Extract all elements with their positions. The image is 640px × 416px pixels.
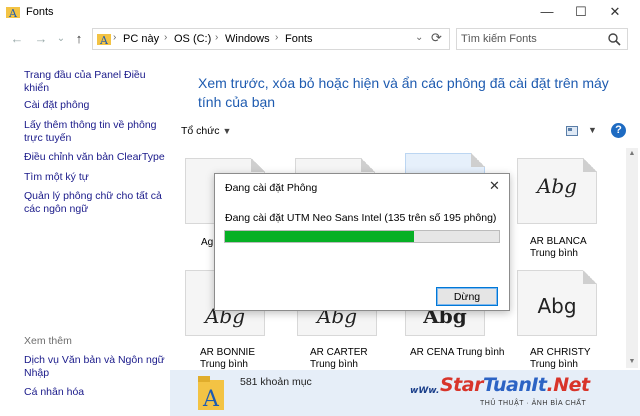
watermark-tagline: THỦ THUẬT · ẢNH BÌA CHẤT: [480, 400, 587, 407]
font-name: AR CARTER: [310, 347, 368, 358]
back-arrow-icon[interactable]: ←: [8, 30, 26, 48]
scroll-down-icon[interactable]: ▼: [626, 356, 638, 368]
organize-menu[interactable]: Tổ chức ▼: [181, 125, 231, 137]
breadcrumb-this-pc[interactable]: PC này: [123, 33, 159, 45]
personalization-link[interactable]: Cá nhân hóa: [24, 386, 170, 399]
breadcrumb-windows[interactable]: Windows: [225, 33, 270, 45]
refresh-icon[interactable]: ⟳: [431, 30, 442, 46]
forward-arrow-icon[interactable]: →: [32, 30, 50, 48]
breadcrumb-separator[interactable]: ›: [113, 32, 116, 43]
install-font-link[interactable]: Cài đặt phông: [24, 99, 170, 112]
dialog-close-icon[interactable]: ✕: [489, 178, 500, 194]
font-tile[interactable]: Abg: [517, 158, 597, 224]
maximize-button[interactable]: ☐: [564, 0, 598, 24]
scroll-up-icon[interactable]: ▲: [626, 148, 638, 160]
minimize-button[interactable]: —: [530, 0, 564, 24]
search-icon[interactable]: [607, 32, 621, 46]
font-name: AR CHRISTY: [530, 347, 591, 358]
address-bar[interactable]: A › PC này › OS (C:) › Windows › Fonts ⌄…: [92, 28, 450, 50]
item-count: 581 khoản mục: [240, 376, 312, 388]
caret-down-icon: ▼: [222, 126, 232, 136]
svg-text:A: A: [99, 34, 109, 46]
fonts-folder-icon: A: [198, 376, 224, 410]
font-sample: Abg: [536, 174, 578, 198]
fonts-folder-icon: A: [6, 7, 20, 19]
recent-dropdown-icon[interactable]: ⌄: [52, 30, 70, 48]
progress-fill: [225, 231, 415, 242]
breadcrumb-separator[interactable]: ›: [164, 32, 167, 43]
get-more-fonts-online-link[interactable]: Lấy thêm thông tin về phông trực tuyến: [24, 119, 170, 145]
adjust-cleartype-link[interactable]: Điều chỉnh văn bản ClearType: [24, 151, 170, 164]
font-name: AR BLANCA: [530, 236, 587, 247]
find-character-link[interactable]: Tìm một ký tự: [24, 171, 170, 184]
help-icon[interactable]: ?: [611, 123, 626, 138]
address-history-dropdown[interactable]: ⌄: [415, 32, 423, 43]
control-panel-home-link[interactable]: Trang đầu của Panel Điều khiển: [24, 69, 170, 95]
title-bar: A Fonts — ☐ ✕: [0, 0, 640, 24]
dialog-title: Đang cài đặt Phông: [225, 182, 318, 194]
svg-text:A: A: [202, 387, 220, 410]
font-name: Ag: [201, 237, 214, 248]
font-sample: Abg: [537, 294, 577, 318]
installing-fonts-dialog: Đang cài đặt Phông ✕ Đang cài đặt UTM Ne…: [214, 173, 510, 311]
dialog-message: Đang cài đặt UTM Neo Sans Intel (135 trê…: [225, 212, 497, 224]
window-title: Fonts: [26, 6, 54, 18]
view-options-icon[interactable]: [566, 126, 578, 136]
view-dropdown-icon[interactable]: ▼: [588, 125, 597, 135]
vertical-scrollbar[interactable]: ▲ ▼: [626, 148, 638, 368]
details-pane: A 581 khoản mục wWw. StarTuanIt.Net THỦ …: [170, 370, 640, 416]
svg-text:A: A: [8, 7, 18, 19]
breadcrumb-separator[interactable]: ›: [215, 32, 218, 43]
breadcrumb-fonts[interactable]: Fonts: [285, 33, 313, 45]
site-watermark: wWw. StarTuanIt.Net THỦ THUẬT · ẢNH BÌA …: [410, 374, 638, 412]
fonts-folder-icon: A: [97, 34, 111, 46]
organize-label: Tổ chức: [181, 125, 220, 137]
font-tile[interactable]: Abg: [517, 270, 597, 336]
close-button[interactable]: ✕: [598, 0, 632, 24]
font-settings-all-languages-link[interactable]: Quản lý phông chữ cho tất cả các ngôn ng…: [24, 190, 170, 216]
search-box[interactable]: [456, 28, 628, 50]
navigation-bar: ← → ⌄ ↑ A › PC này › OS (C:) › Windows ›…: [0, 26, 640, 52]
breadcrumb-os-c[interactable]: OS (C:): [174, 33, 211, 45]
text-services-input-languages-link[interactable]: Dịch vụ Văn bản và Ngôn ngữ Nhập: [24, 354, 170, 380]
see-also-header: Xem thêm: [24, 335, 72, 347]
font-name: AR CENA Trung bình: [410, 347, 505, 358]
watermark-brand: StarTuanIt.Net: [440, 374, 590, 396]
font-style: Trung bình: [530, 248, 578, 259]
left-task-pane: Trang đầu của Panel Điều khiển Cài đặt p…: [0, 56, 170, 416]
up-arrow-icon[interactable]: ↑: [70, 30, 88, 48]
font-name: AR BONNIE: [200, 347, 256, 358]
stop-button[interactable]: Dừng: [436, 287, 498, 306]
breadcrumb-separator[interactable]: ›: [275, 32, 278, 43]
install-progress-bar: [224, 230, 500, 243]
search-input[interactable]: [461, 31, 601, 47]
watermark-prefix: wWw.: [410, 386, 440, 396]
page-heading: Xem trước, xóa bỏ hoặc hiện và ẩn các ph…: [198, 75, 609, 110]
